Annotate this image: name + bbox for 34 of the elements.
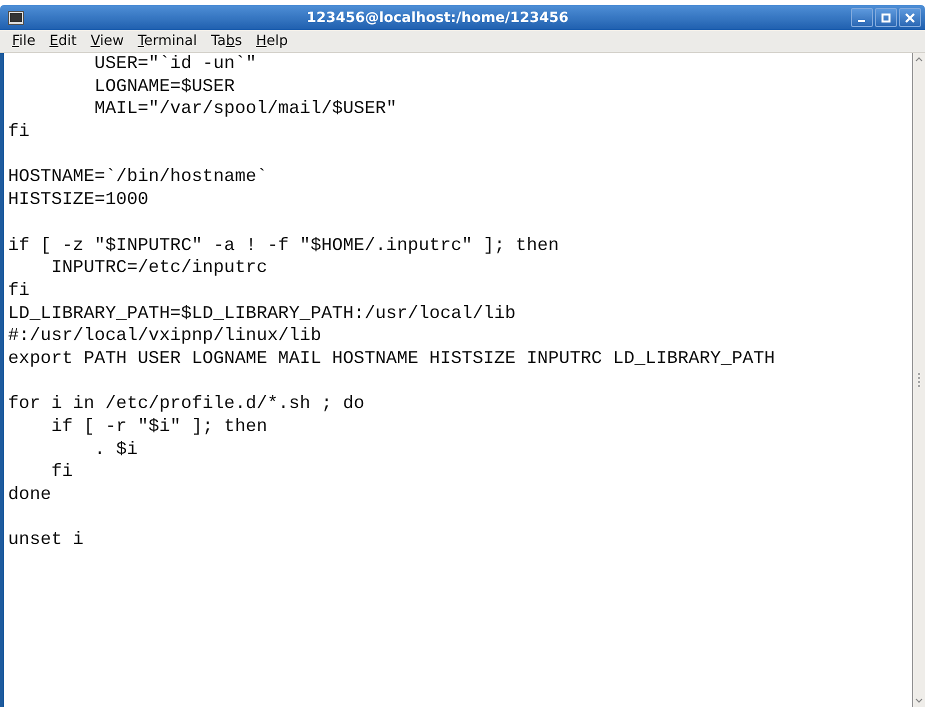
terminal-line: for i in /etc/profile.d/*.sh ; do xyxy=(8,393,366,416)
terminal-line: MAIL="/var/spool/mail/$USER" xyxy=(93,98,398,122)
terminal-line: USER="`id -un`" xyxy=(93,53,258,76)
menu-item[interactable]: Edit xyxy=(43,33,83,49)
terminal-line: fi xyxy=(8,121,31,144)
terminal-line: if [ -z "$INPUTRC" -a ! -f "$HOME/.inputrc" ]; then xyxy=(8,234,560,258)
terminal-line: HISTSIZE=1000 xyxy=(8,189,150,212)
menu-item[interactable]: View xyxy=(84,33,130,49)
terminal-line: done xyxy=(8,484,52,507)
minimize-icon xyxy=(858,20,865,22)
terminal-icon xyxy=(8,10,24,24)
terminal-line: if [ -r "$i" ]; then xyxy=(50,416,268,439)
menu-item[interactable]: Help xyxy=(250,33,294,49)
terminal-line: #:/usr/local/vxipnp/linux/lib xyxy=(8,325,322,348)
terminal-line: INPUTRC=/etc/inputrc xyxy=(50,257,268,280)
terminal-line: HOSTNAME=`/bin/hostname` xyxy=(8,166,268,190)
menu-item[interactable]: Terminal xyxy=(132,33,203,49)
window-title: 123456@localhost:/home/123456 xyxy=(306,10,570,26)
menu-item[interactable]: File xyxy=(6,33,42,49)
terminal-line: unset i xyxy=(8,529,85,552)
minimize-button[interactable] xyxy=(851,8,873,27)
close-icon xyxy=(905,12,915,22)
maximize-icon xyxy=(882,13,890,22)
scrollbar[interactable] xyxy=(912,53,925,707)
terminal-line: . $i xyxy=(93,438,139,462)
terminal-line: fi xyxy=(50,461,74,484)
menu-item[interactable]: Tabs xyxy=(205,33,248,49)
maximize-button[interactable] xyxy=(875,8,897,27)
scroll-grip-icon[interactable] xyxy=(918,373,920,387)
close-button[interactable] xyxy=(899,8,921,27)
terminal-line: export PATH USER LOGNAME MAIL HOSTNAME HISTSIZE INPUTRC LD_LIBRARY_PATH xyxy=(8,348,776,371)
terminal-line: LOGNAME=$USER xyxy=(93,76,236,98)
terminal-line: fi xyxy=(8,280,31,303)
terminal-line: LD_LIBRARY_PATH=$LD_LIBRARY_PATH:/usr/local/lib xyxy=(8,302,517,326)
